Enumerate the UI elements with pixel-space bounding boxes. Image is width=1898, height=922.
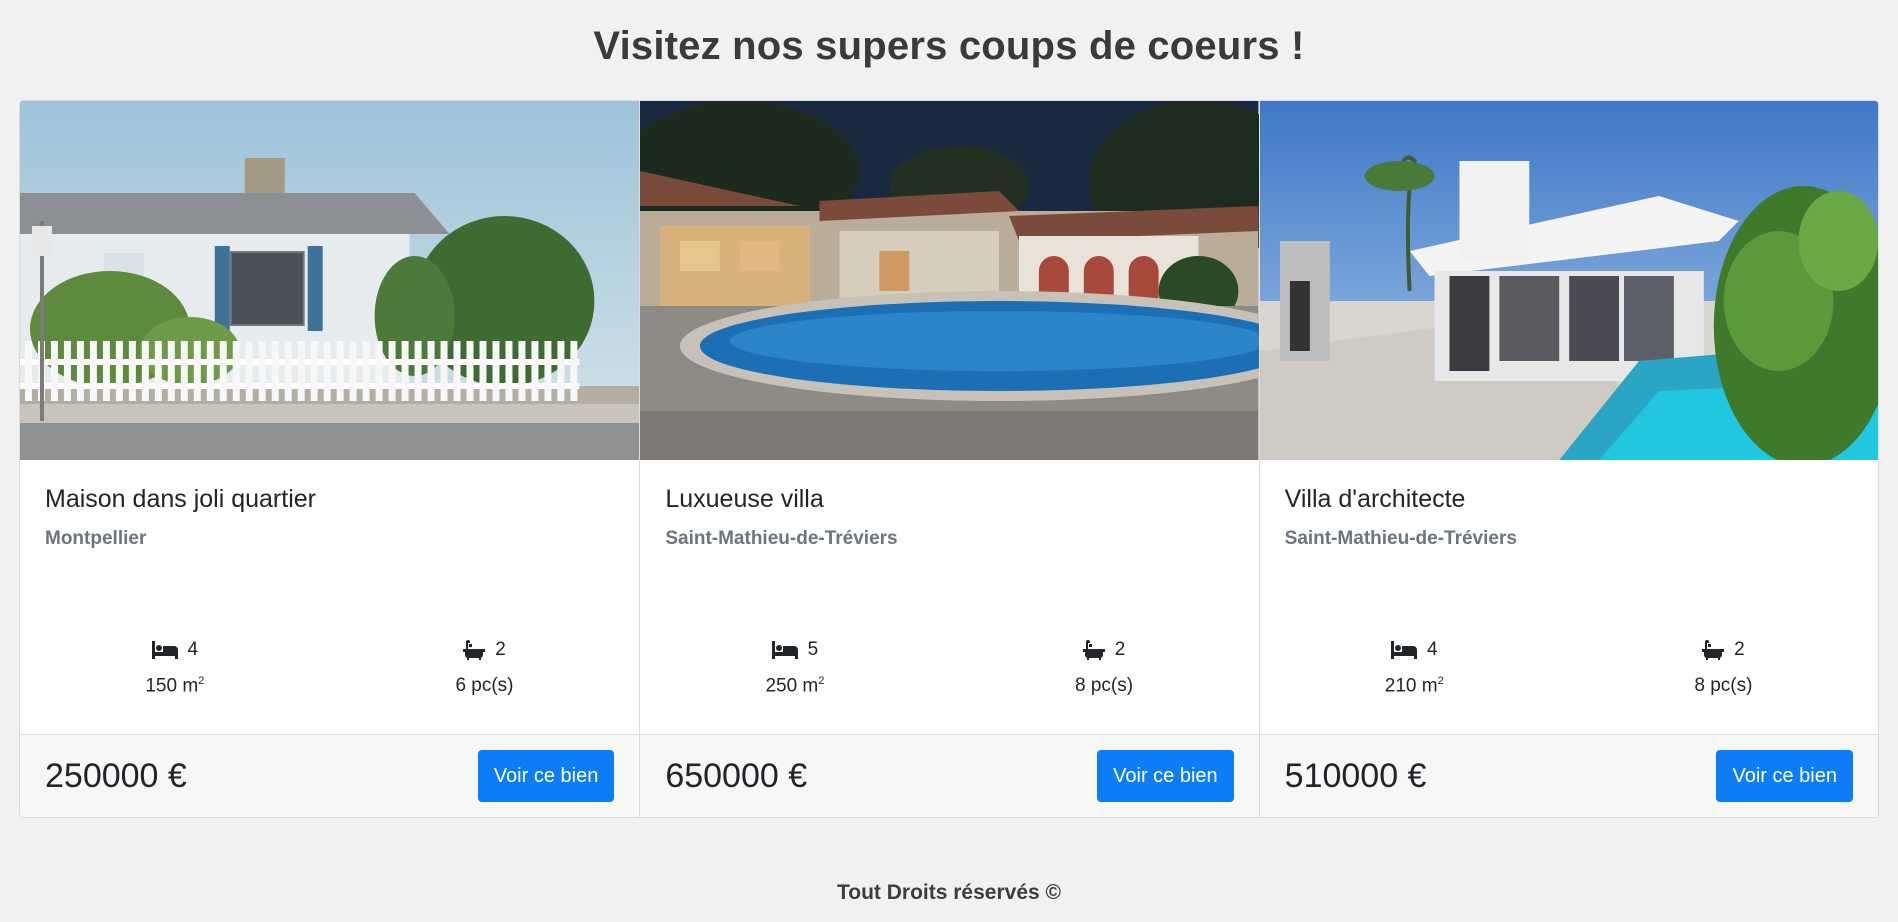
- bed-icon: [151, 641, 178, 659]
- listing-body: Luxueuse villa Saint-Mathieu-de-Tréviers…: [640, 460, 1258, 734]
- feature-col-left: 5 250 m2: [640, 635, 949, 697]
- area: 150 m2: [145, 675, 205, 697]
- listing-photo-house: [20, 101, 640, 460]
- listing-features: 4 150 m2 2 6 pc(s): [20, 635, 639, 697]
- room-count: 6 pc(s): [455, 675, 514, 696]
- listing-price: 650000 €: [665, 756, 808, 795]
- bedroom-count: 4: [1426, 639, 1438, 660]
- bathroom-count: 2: [1734, 639, 1745, 660]
- listing-footer: 510000 € Voir ce bien: [1259, 734, 1878, 817]
- bedroom-count: 4: [187, 639, 199, 660]
- listing-photo-modern-villa: [1259, 101, 1878, 460]
- bed-icon: [1390, 641, 1417, 659]
- feature-col-left: 4 150 m2: [20, 635, 330, 697]
- view-listing-button[interactable]: Voir ce bien: [477, 750, 615, 802]
- listing-price: 250000 €: [45, 756, 187, 795]
- bathroom-count: 2: [1114, 639, 1126, 660]
- listing-title: Luxueuse villa: [665, 485, 824, 513]
- listing-city: Saint-Mathieu-de-Tréviers: [1284, 528, 1517, 549]
- listing-features: 4 210 m2 2 8 pc(s): [1260, 635, 1878, 697]
- listing-card: Luxueuse villa Saint-Mathieu-de-Tréviers…: [639, 101, 1259, 817]
- bath-icon: [463, 640, 486, 660]
- feature-col-right: 2 8 pc(s): [949, 635, 1258, 697]
- listing-features: 5 250 m2 2 8 pc(s): [640, 635, 1258, 697]
- room-count: 8 pc(s): [1694, 675, 1753, 696]
- area: 210 m2: [1384, 675, 1444, 697]
- bathroom-count: 2: [495, 639, 506, 660]
- listings-card-group: Maison dans joli quartier Montpellier 4 …: [19, 100, 1879, 818]
- listing-card: Villa d'architecte Saint-Mathieu-de-Trév…: [1258, 101, 1878, 817]
- listing-price: 510000 €: [1284, 756, 1427, 795]
- listing-footer: 650000 € Voir ce bien: [640, 734, 1259, 817]
- bath-icon: [1702, 640, 1725, 660]
- listing-title: Villa d'architecte: [1284, 485, 1466, 513]
- listing-card: Maison dans joli quartier Montpellier 4 …: [20, 101, 640, 817]
- listing-photo-villa-pool: [640, 101, 1259, 460]
- page-title: Visitez nos supers coups de coeurs !: [593, 24, 1305, 68]
- listing-footer: 250000 € Voir ce bien: [20, 734, 640, 817]
- page-footer: Tout Droits réservés ©: [837, 881, 1061, 904]
- view-listing-button[interactable]: Voir ce bien: [1716, 750, 1853, 802]
- listing-body: Villa d'architecte Saint-Mathieu-de-Trév…: [1260, 460, 1878, 734]
- view-listing-button[interactable]: Voir ce bien: [1097, 750, 1234, 802]
- feature-col-right: 2 8 pc(s): [1569, 635, 1878, 697]
- listing-city: Montpellier: [45, 528, 147, 549]
- bed-icon: [771, 641, 798, 659]
- room-count: 8 pc(s): [1075, 675, 1134, 696]
- feature-col-left: 4 210 m2: [1260, 635, 1569, 697]
- listing-city: Saint-Mathieu-de-Tréviers: [665, 528, 898, 549]
- listing-body: Maison dans joli quartier Montpellier 4 …: [20, 460, 639, 734]
- feature-col-right: 2 6 pc(s): [330, 635, 640, 697]
- bath-icon: [1082, 640, 1105, 660]
- listing-title: Maison dans joli quartier: [45, 485, 316, 513]
- area: 250 m2: [765, 675, 825, 697]
- bedroom-count: 5: [807, 639, 819, 660]
